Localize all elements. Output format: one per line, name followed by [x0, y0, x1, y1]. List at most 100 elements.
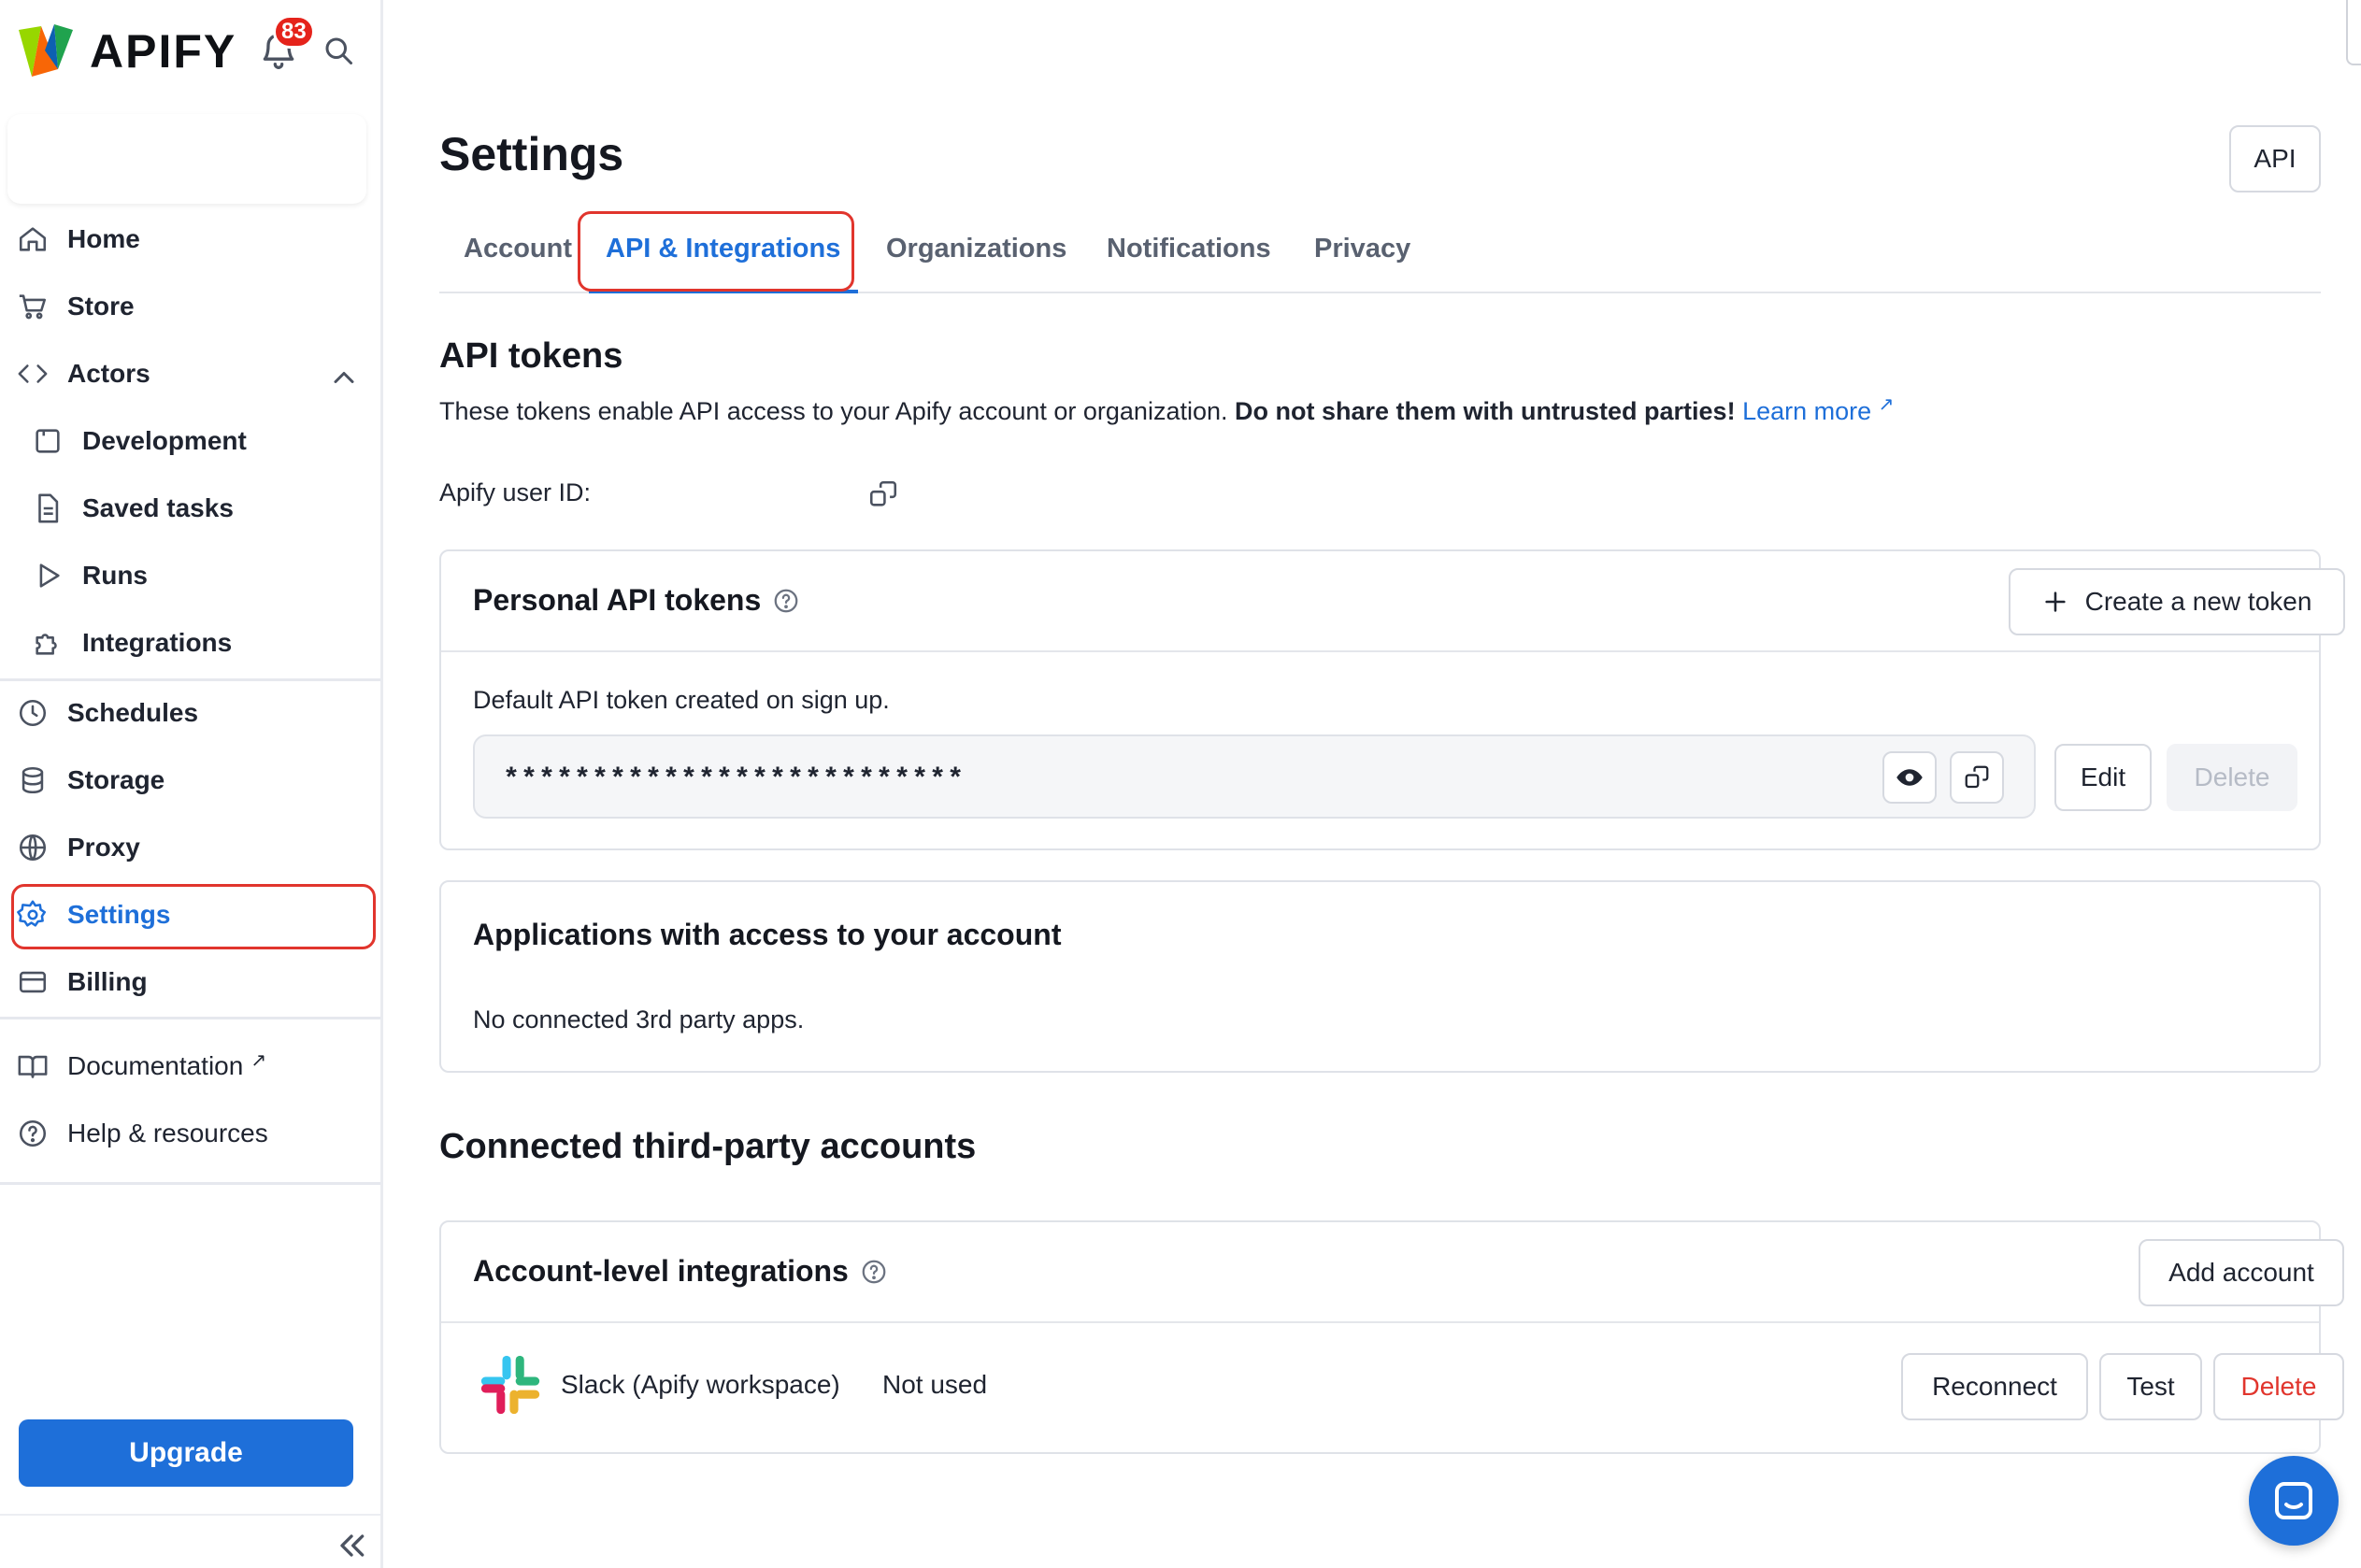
sidebar-item-integrations[interactable]: Integrations — [32, 615, 232, 671]
card-title: Personal API tokens — [473, 583, 800, 618]
brand-name: APIFY — [90, 24, 236, 78]
help-circle-icon[interactable] — [860, 1258, 888, 1286]
collapse-sidebar-icon[interactable] — [333, 1527, 370, 1564]
show-token-button[interactable] — [1882, 751, 1937, 804]
page-title: Settings — [439, 127, 623, 181]
tab-notifications[interactable]: Notifications — [1107, 234, 1271, 264]
sidebar-item-label: Runs — [82, 561, 148, 591]
copy-icon[interactable] — [867, 478, 899, 510]
scrollbar[interactable] — [2346, 0, 2361, 65]
token-value: ************************** — [503, 764, 965, 796]
sidebar-item-saved-tasks[interactable]: Saved tasks — [32, 480, 234, 536]
card-title: Account-level integrations — [473, 1254, 888, 1289]
card-icon — [17, 966, 49, 998]
globe-icon — [17, 832, 49, 863]
sidebar-item-billing[interactable]: Billing — [17, 954, 148, 1010]
notification-badge: 83 — [273, 15, 315, 49]
create-token-button[interactable]: Create a new token — [2009, 568, 2345, 635]
api-tokens-description: These tokens enable API access to your A… — [439, 392, 1894, 426]
api-tokens-heading: API tokens — [439, 336, 622, 377]
sidebar-item-label: Documentation — [67, 1051, 243, 1081]
sidebar-item-help[interactable]: Help & resources — [17, 1105, 268, 1162]
tab-highlight-ring — [578, 211, 854, 292]
book-icon — [17, 1050, 49, 1082]
chevron-up-icon[interactable] — [327, 361, 361, 394]
user-id-label: Apify user ID: — [439, 478, 591, 507]
sidebar-item-label: Integrations — [82, 628, 232, 658]
sidebar-item-label: Actors — [67, 359, 150, 389]
copy-token-button[interactable] — [1950, 751, 2004, 804]
sidebar-item-proxy[interactable]: Proxy — [17, 820, 140, 876]
connected-accounts-heading: Connected third-party accounts — [439, 1127, 976, 1167]
sidebar-item-development[interactable]: Development — [32, 413, 247, 469]
sidebar-item-label: Schedules — [67, 698, 198, 728]
card-header: Account-level integrations Add account — [441, 1222, 2319, 1323]
home-icon — [17, 223, 49, 255]
tab-account[interactable]: Account — [464, 234, 572, 264]
sidebar-bottom-divider — [0, 1514, 380, 1516]
plus-icon — [2042, 589, 2068, 615]
external-link-icon: ↗ — [250, 1048, 266, 1072]
sidebar-item-runs[interactable]: Runs — [32, 548, 148, 604]
help-icon — [17, 1118, 49, 1149]
integration-name: Slack (Apify workspace) — [561, 1370, 840, 1400]
chat-icon — [2271, 1478, 2316, 1523]
sidebar-item-documentation[interactable]: Documentation ↗ — [17, 1038, 266, 1094]
sidebar-item-home[interactable]: Home — [17, 211, 140, 267]
integration-status: Not used — [882, 1370, 987, 1400]
reconnect-button[interactable]: Reconnect — [1901, 1353, 2088, 1420]
play-icon — [32, 560, 64, 592]
sidebar-item-label: Proxy — [67, 833, 140, 862]
chat-launcher-button[interactable] — [2249, 1456, 2339, 1546]
sidebar-item-label: Home — [67, 224, 140, 254]
sidebar-divider — [0, 678, 380, 681]
delete-integration-button[interactable]: Delete — [2213, 1353, 2344, 1420]
organization-switcher[interactable] — [7, 114, 366, 204]
document-icon — [32, 492, 64, 524]
apify-logo[interactable]: APIFY — [17, 21, 236, 82]
sidebar-item-schedules[interactable]: Schedules — [17, 685, 198, 741]
learn-more-link[interactable]: Learn more — [1742, 397, 1871, 425]
tab-organizations[interactable]: Organizations — [886, 234, 1066, 264]
cart-icon — [17, 291, 49, 322]
upgrade-button[interactable]: Upgrade — [19, 1419, 353, 1487]
test-button[interactable]: Test — [2099, 1353, 2202, 1420]
main-content: Settings API Account API & Integrations … — [383, 0, 2361, 1568]
token-field[interactable]: ************************** — [473, 734, 2036, 819]
sidebar-item-actors[interactable]: Actors — [17, 346, 150, 402]
sidebar-item-label: Billing — [67, 967, 148, 997]
account-integrations-title: Account-level integrations — [473, 1254, 849, 1289]
tab-privacy[interactable]: Privacy — [1314, 234, 1410, 264]
sidebar-divider — [0, 1182, 380, 1185]
description-warning: Do not share them with untrusted parties… — [1235, 397, 1736, 425]
slack-icon — [479, 1353, 542, 1417]
puzzle-icon — [32, 627, 64, 659]
edit-token-button[interactable]: Edit — [2054, 744, 2152, 811]
clock-icon — [17, 697, 49, 729]
create-token-label: Create a new token — [2085, 587, 2312, 617]
sidebar-item-storage[interactable]: Storage — [17, 752, 165, 808]
api-button[interactable]: API — [2229, 125, 2321, 192]
sidebar-item-label: Settings — [67, 900, 170, 930]
apify-logo-icon — [17, 22, 75, 80]
applications-title: Applications with access to your account — [473, 918, 1061, 952]
delete-token-button[interactable]: Delete — [2167, 744, 2297, 811]
sidebar-item-settings[interactable]: Settings — [17, 887, 170, 943]
add-account-button[interactable]: Add account — [2139, 1239, 2344, 1306]
sidebar-item-store[interactable]: Store — [17, 278, 135, 335]
personal-tokens-title: Personal API tokens — [473, 583, 761, 618]
token-description: Default API token created on sign up. — [473, 686, 890, 715]
personal-tokens-card: Personal API tokens Create a new token D… — [439, 549, 2321, 850]
sidebar-item-label: Storage — [67, 765, 165, 795]
account-integrations-card: Account-level integrations Add account S… — [439, 1220, 2321, 1454]
sidebar-item-label: Saved tasks — [82, 493, 234, 523]
search-icon[interactable] — [322, 34, 355, 67]
development-icon — [32, 425, 64, 457]
sidebar-item-label: Store — [67, 292, 135, 321]
applications-card: Applications with access to your account… — [439, 880, 2321, 1073]
copy-icon — [1963, 763, 1991, 791]
sidebar-item-label: Help & resources — [67, 1119, 268, 1148]
gear-icon — [17, 899, 49, 931]
card-header: Personal API tokens Create a new token — [441, 551, 2319, 652]
help-circle-icon[interactable] — [772, 587, 800, 615]
